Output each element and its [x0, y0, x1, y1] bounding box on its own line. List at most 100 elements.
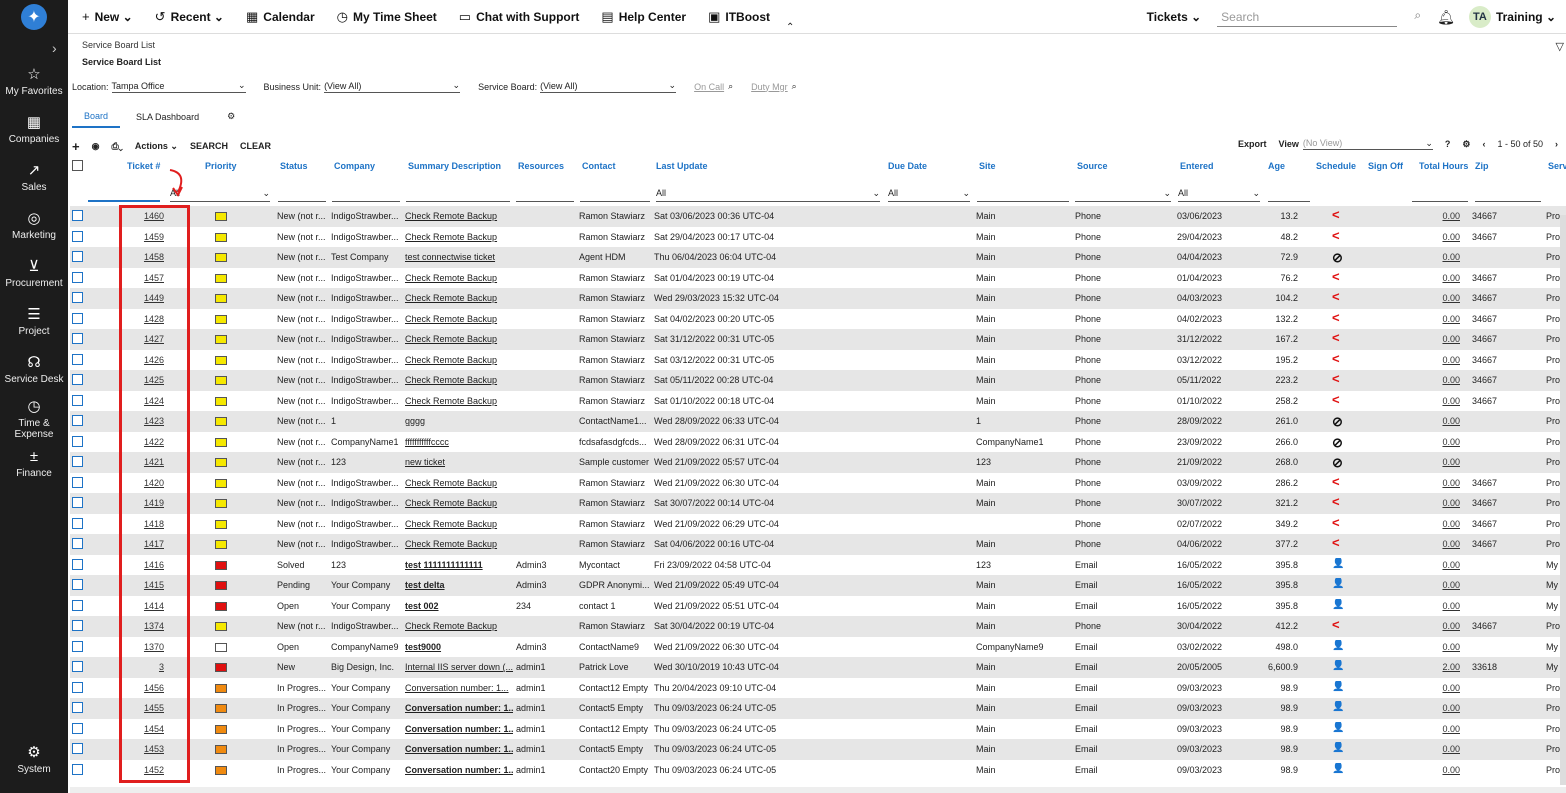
total-hours-link[interactable]: 0.00: [1440, 437, 1460, 447]
total-hours-link[interactable]: 0.00: [1440, 211, 1460, 221]
table-row[interactable]: 1460 New (not r... IndigoStrawber... Check …: [70, 206, 1566, 227]
total-hours-link[interactable]: 0.00: [1440, 744, 1460, 754]
entered-filter-select[interactable]: All ⌄: [1178, 188, 1260, 202]
summary-link[interactable]: Check Remote Backup: [405, 273, 513, 283]
col-serv[interactable]: Serv: [1548, 161, 1566, 171]
tab-board[interactable]: Board: [72, 111, 121, 128]
source-filter-select[interactable]: ⌄: [1075, 188, 1171, 202]
status-filter-input[interactable]: [278, 188, 326, 202]
row-checkbox[interactable]: [72, 599, 83, 611]
summary-link[interactable]: Conversation number: 1...: [405, 744, 513, 754]
print-icon[interactable]: ⎙⌄: [111, 141, 122, 152]
duty-mgr-link[interactable]: Duty Mgr: [751, 82, 788, 92]
table-row[interactable]: 1425 New (not r... IndigoStrawber... Check …: [70, 370, 1566, 391]
table-row[interactable]: 1421 New (not r... 123 new ticket Sample cus…: [70, 452, 1566, 473]
schedule-chevron-icon[interactable]: <: [1332, 351, 1340, 366]
row-checkbox[interactable]: [72, 558, 83, 570]
row-checkbox[interactable]: [72, 292, 83, 303]
schedule-person-icon[interactable]: 👤: [1332, 681, 1344, 692]
total-hours-link[interactable]: 0.00: [1440, 232, 1460, 242]
summary-link[interactable]: Internal IIS server down (...: [405, 662, 513, 672]
ticket-number-link[interactable]: 1422: [140, 437, 164, 447]
global-search-input[interactable]: Search ⌕: [1217, 8, 1421, 27]
summary-link[interactable]: test9000: [405, 642, 513, 652]
row-checkbox[interactable]: [72, 640, 83, 652]
bell-icon[interactable]: 🔔︎: [1437, 9, 1455, 26]
add-icon[interactable]: +: [72, 139, 80, 154]
sidebar-item-finance[interactable]: ± Finance: [0, 448, 68, 479]
schedule-person-icon[interactable]: 👤: [1332, 763, 1344, 774]
ticket-number-link[interactable]: 1458: [140, 252, 164, 262]
total-hours-link[interactable]: 0.00: [1440, 683, 1460, 693]
table-row[interactable]: 1458 New (not r... Test Company test connec…: [70, 247, 1566, 268]
col-status[interactable]: Status: [280, 161, 308, 171]
row-checkbox[interactable]: [72, 333, 83, 344]
summary-link[interactable]: Check Remote Backup: [405, 519, 513, 529]
schedule-none-icon[interactable]: ⊘: [1332, 414, 1343, 430]
table-row[interactable]: 1419 New (not r... IndigoStrawber... Check …: [70, 493, 1566, 514]
summary-link[interactable]: Check Remote Backup: [405, 211, 513, 221]
row-checkbox[interactable]: [72, 538, 83, 549]
row-checkbox[interactable]: [72, 681, 83, 693]
summary-link[interactable]: Conversation number: 1...: [405, 724, 513, 734]
row-checkbox[interactable]: [72, 661, 83, 672]
next-page-icon[interactable]: ›: [1555, 139, 1558, 149]
table-row[interactable]: 1452 In Progres... Your Company Conversatio…: [70, 760, 1566, 781]
col-contact[interactable]: Contact: [582, 161, 616, 171]
total-hours-link[interactable]: 0.00: [1440, 396, 1460, 406]
actions-menu[interactable]: Actions ⌄: [135, 141, 178, 152]
ticket-number-link[interactable]: 1455: [140, 703, 164, 713]
row-checkbox[interactable]: [72, 456, 83, 467]
summary-link[interactable]: fffffffffffcccc: [405, 437, 513, 447]
summary-link[interactable]: Conversation number: 1...: [405, 765, 513, 775]
sidebar-item-procurement[interactable]: ⊻ Procurement: [0, 258, 68, 289]
row-checkbox[interactable]: [72, 435, 83, 447]
summary-link[interactable]: Conversation number: 1...: [405, 683, 513, 693]
table-row[interactable]: 1453 In Progres... Your Company Conversatio…: [70, 739, 1566, 760]
sidebar-item-my-favorites[interactable]: ☆ My Favorites: [0, 66, 68, 97]
schedule-chevron-icon[interactable]: <: [1332, 310, 1340, 325]
user-menu[interactable]: Training ⌄: [1496, 10, 1556, 24]
col-summary[interactable]: Summary Description: [408, 161, 501, 171]
total-hours-link[interactable]: 0.00: [1440, 621, 1460, 631]
prev-page-icon[interactable]: ‹: [1482, 139, 1485, 149]
location-select[interactable]: Tampa Office ⌄: [111, 80, 246, 93]
expand-sidebar-icon[interactable]: ›: [52, 40, 57, 56]
schedule-person-icon[interactable]: 👤: [1332, 599, 1344, 610]
schedule-person-icon[interactable]: 👤: [1332, 701, 1344, 712]
col-due-date[interactable]: Due Date: [888, 161, 927, 171]
chat-support-button[interactable]: ▭ Chat with Support: [459, 9, 580, 25]
ticket-number-link[interactable]: 1419: [140, 498, 164, 508]
table-row[interactable]: 1422 New (not r... CompanyName1 fffffffffff…: [70, 432, 1566, 453]
recent-button[interactable]: ↺ Recent ⌄: [155, 9, 224, 25]
total-hours-link[interactable]: 0.00: [1440, 601, 1460, 611]
search-icon[interactable]: ⌕: [1414, 8, 1421, 23]
summary-link[interactable]: test 1111111111111: [405, 560, 513, 570]
ticket-number-link[interactable]: 1428: [140, 314, 164, 324]
hours-filter-input[interactable]: [1412, 188, 1468, 202]
sidebar-item-service-desk[interactable]: ☊ Service Desk: [0, 354, 68, 385]
row-checkbox[interactable]: [72, 517, 83, 529]
filter-icon[interactable]: ▽: [1556, 40, 1564, 53]
collapse-topbar-icon[interactable]: ⌃: [786, 22, 794, 33]
summary-link[interactable]: Check Remote Backup: [405, 478, 513, 488]
table-row[interactable]: 1454 In Progres... Your Company Conversatio…: [70, 719, 1566, 740]
table-row[interactable]: 1426 New (not r... IndigoStrawber... Check …: [70, 350, 1566, 371]
ticket-number-link[interactable]: 1417: [140, 539, 164, 549]
ticket-number-link[interactable]: 1457: [140, 273, 164, 283]
schedule-person-icon[interactable]: 👤: [1332, 578, 1344, 589]
ticket-number-link[interactable]: 1374: [140, 621, 164, 631]
clear-button[interactable]: CLEAR: [240, 141, 271, 151]
summary-link[interactable]: Check Remote Backup: [405, 396, 513, 406]
sidebar-item-project[interactable]: ☰ Project: [0, 306, 68, 337]
schedule-chevron-icon[interactable]: <: [1332, 371, 1340, 386]
col-age[interactable]: Age: [1268, 161, 1285, 171]
schedule-person-icon[interactable]: 👤: [1332, 660, 1344, 671]
col-source[interactable]: Source: [1077, 161, 1108, 171]
col-company[interactable]: Company: [334, 161, 375, 171]
ticket-number-link[interactable]: 3: [140, 662, 164, 672]
table-row[interactable]: 1418 New (not r... IndigoStrawber... Check …: [70, 514, 1566, 535]
summary-link[interactable]: new ticket: [405, 457, 513, 467]
row-checkbox[interactable]: [72, 230, 83, 242]
ticket-number-link[interactable]: 1456: [140, 683, 164, 693]
